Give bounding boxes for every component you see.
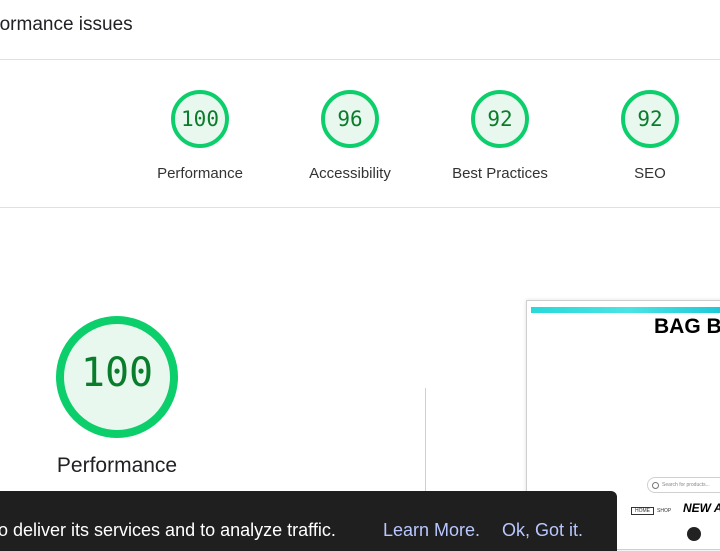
preview-search-placeholder: Search for products...	[662, 482, 710, 488]
gauge-score: 92	[487, 107, 513, 131]
gauge-seo[interactable]: 92 SEO	[590, 89, 710, 182]
gauge-score: 100	[181, 107, 219, 131]
gauge-label: Best Practices	[452, 165, 548, 182]
category-gauges: 100 Performance 96 Accessibility 92 Best…	[0, 61, 720, 208]
cookie-banner: o deliver its services and to analyze tr…	[0, 491, 617, 551]
page-title: rformance issues	[0, 14, 133, 35]
preview-nav: HOME SHOP	[631, 507, 671, 515]
preview-nav-shop: SHOP	[657, 508, 672, 514]
gauge-accessibility[interactable]: 96 Accessibility	[290, 89, 410, 182]
gauge-score: 92	[637, 107, 663, 131]
performance-score-large: 100	[80, 350, 154, 396]
preview-top-stripe	[531, 307, 720, 313]
gauge-performance[interactable]: 100 Performance	[140, 89, 260, 182]
performance-gauge-large: 100	[52, 312, 182, 442]
report-header: rformance issues	[0, 0, 720, 60]
gauge-score: 96	[337, 107, 363, 131]
cookie-message: o deliver its services and to analyze tr…	[0, 520, 336, 540]
performance-title: Performance	[56, 454, 178, 477]
preview-new-arrivals: NEW A	[683, 501, 720, 515]
gauge-best-practices[interactable]: 92 Best Practices	[440, 89, 560, 182]
preview-search: Search for products...	[647, 477, 720, 493]
accept-cookies-button[interactable]: Ok, Got it.	[502, 520, 583, 541]
gauge-label: SEO	[634, 165, 666, 182]
preview-product-image	[687, 527, 701, 541]
preview-nav-home: HOME	[631, 507, 654, 515]
gauge-label: Accessibility	[309, 165, 391, 182]
preview-brand: BAG B	[654, 315, 720, 338]
section-divider	[425, 388, 426, 498]
gauge-label: Performance	[157, 165, 243, 182]
search-icon	[652, 482, 659, 489]
learn-more-link[interactable]: Learn More.	[383, 520, 480, 541]
